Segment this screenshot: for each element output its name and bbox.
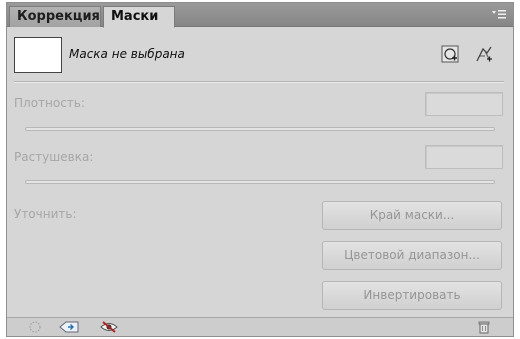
density-slider	[25, 127, 495, 131]
load-selection-icon[interactable]	[27, 320, 43, 334]
add-vector-mask-icon[interactable]	[473, 43, 495, 65]
apply-mask-icon[interactable]	[58, 320, 79, 334]
feather-slider	[25, 180, 495, 184]
panel-menu-icon[interactable]	[491, 8, 507, 20]
feather-label: Растушевка:	[14, 150, 94, 164]
density-label: Плотность:	[14, 96, 85, 110]
toggle-visibility-icon[interactable]	[100, 320, 118, 334]
mask-row-divider	[14, 81, 504, 83]
refine-label: Уточнить:	[14, 207, 77, 221]
panel-bottom-bar	[7, 317, 513, 336]
invert-button[interactable]: Инвертировать	[322, 281, 502, 310]
color-range-button[interactable]: Цветовой диапазон...	[322, 241, 502, 270]
density-field	[425, 92, 503, 116]
tab-adjustments[interactable]: Коррекция	[9, 6, 101, 27]
mask-thumbnail[interactable]	[14, 37, 62, 73]
feather-field	[425, 145, 503, 169]
panel-tab-bar: Коррекция Маски	[7, 3, 513, 28]
masks-panel: Коррекция Маски Маска не выбрана Плотнос…	[6, 2, 514, 337]
tab-masks[interactable]: Маски	[103, 6, 175, 28]
add-pixel-mask-icon[interactable]	[439, 43, 461, 65]
mask-edge-button[interactable]: Край маски...	[322, 201, 502, 230]
delete-mask-icon[interactable]	[477, 320, 493, 334]
mask-status-label: Маска не выбрана	[69, 47, 185, 61]
